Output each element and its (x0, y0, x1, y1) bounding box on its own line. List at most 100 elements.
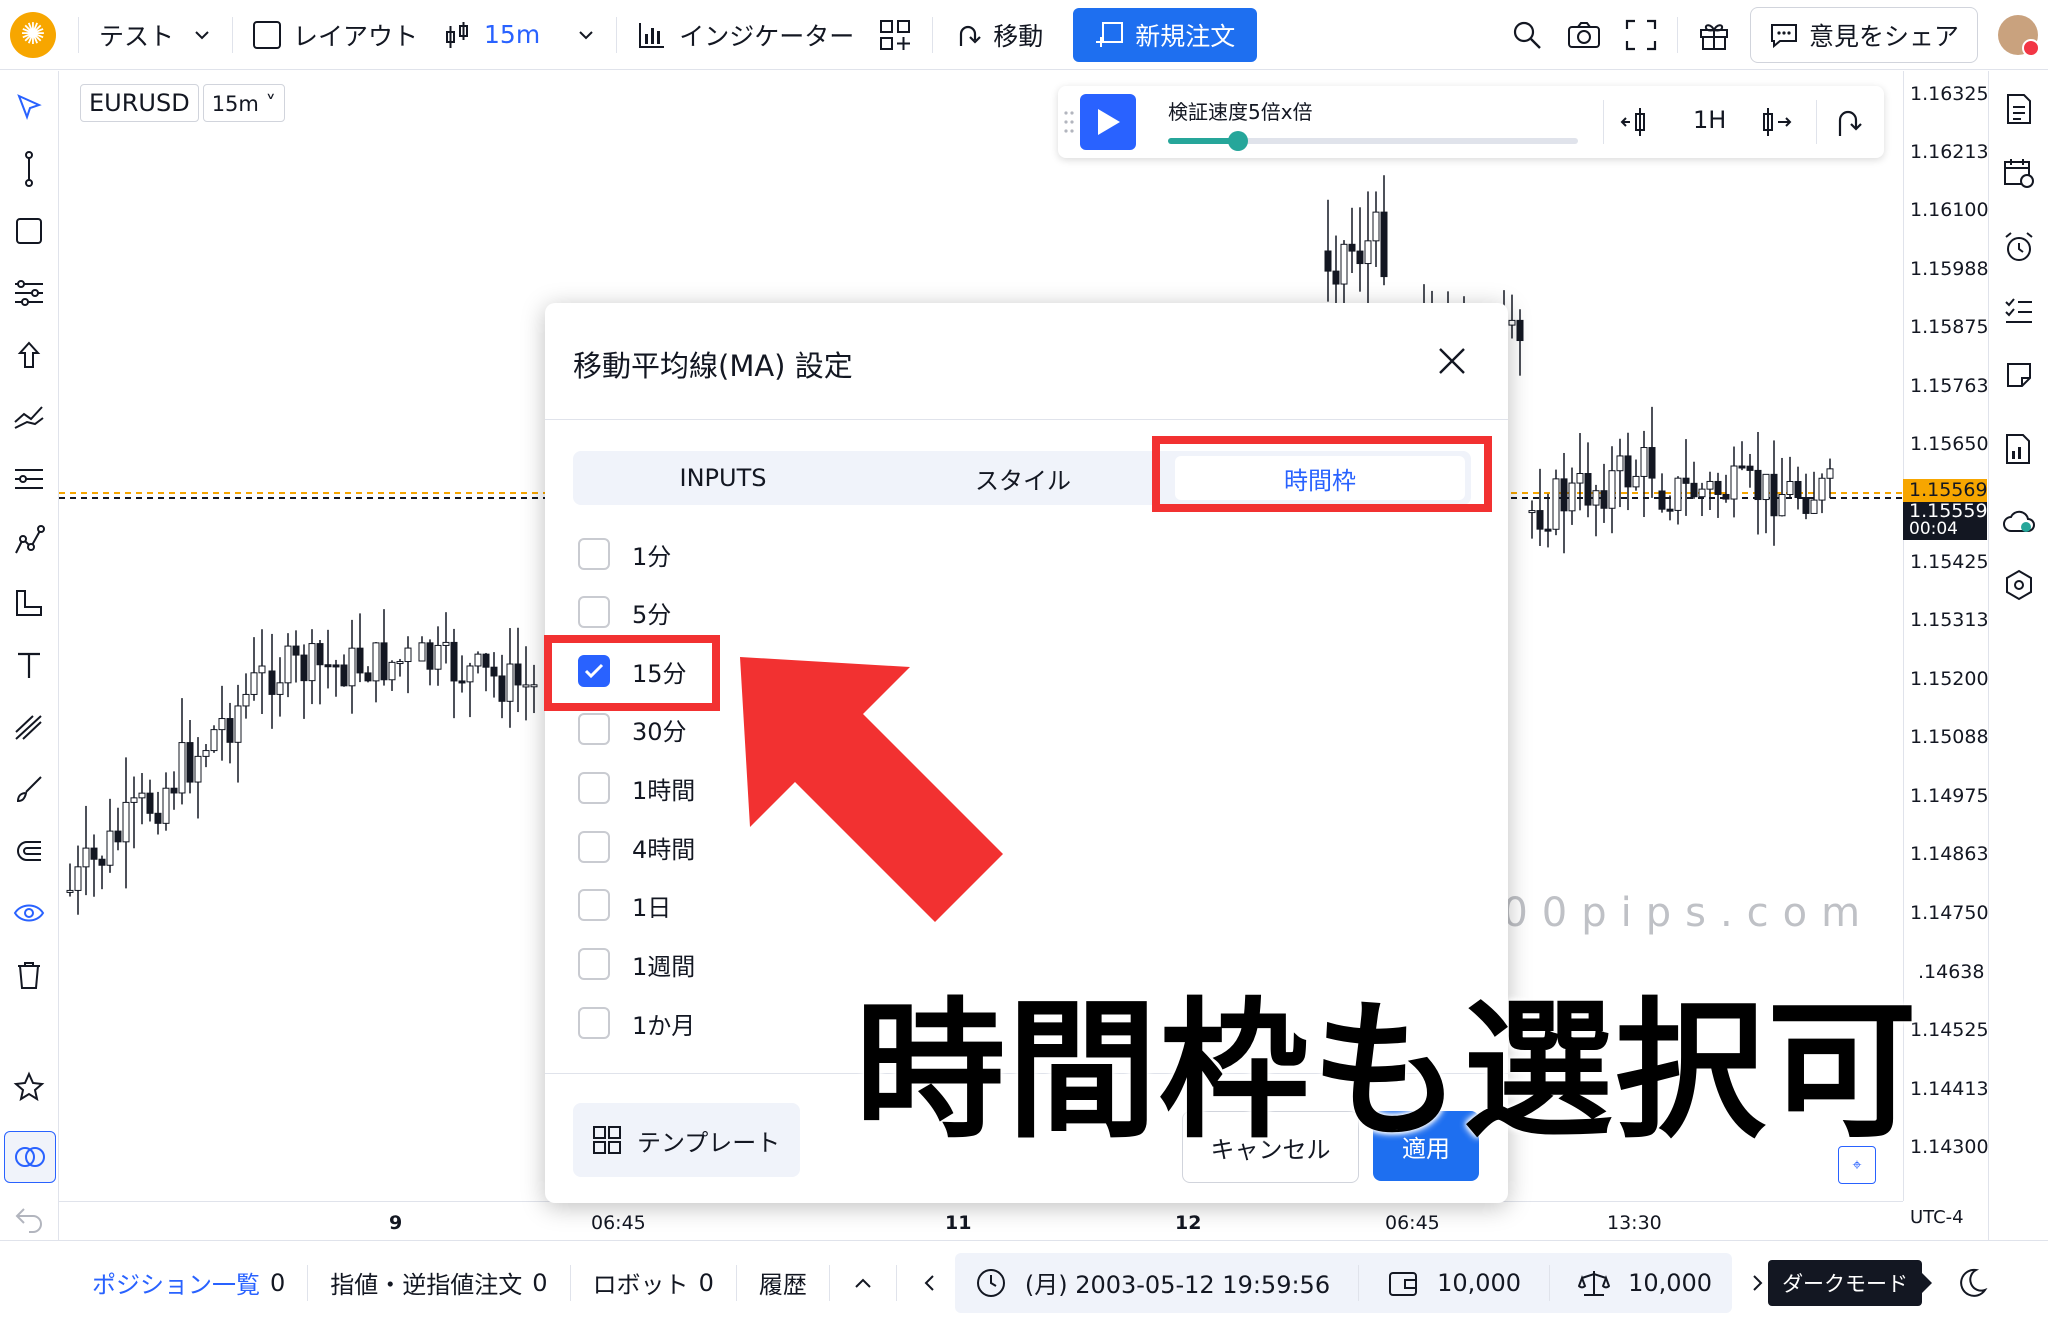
divider (828, 1264, 830, 1301)
visibility-tool[interactable] (11, 895, 47, 931)
arrow-tool[interactable] (11, 337, 47, 373)
checkbox[interactable] (578, 772, 610, 804)
magnet-tool[interactable] (11, 833, 47, 869)
checkbox[interactable] (578, 713, 610, 745)
fullscreen-button[interactable] (1613, 7, 1669, 63)
checkbox[interactable] (578, 948, 610, 980)
candle-body (284, 645, 292, 684)
timeframe-option[interactable]: 4時間 (578, 827, 695, 867)
candle-body (1332, 270, 1340, 285)
candle-body (114, 830, 122, 843)
play-button[interactable] (1080, 94, 1136, 150)
avatar[interactable] (1998, 14, 2040, 57)
step-back-icon (1620, 108, 1645, 136)
collapse-panel-button[interactable] (838, 1272, 888, 1294)
candle-body (1592, 490, 1600, 506)
candle-body (1372, 211, 1380, 242)
alarm-button[interactable] (2001, 229, 2037, 265)
robot-tab[interactable]: ロボット 0 (579, 1265, 728, 1300)
checkbox[interactable] (578, 538, 610, 570)
indicators-button[interactable]: インジケーター (625, 7, 866, 63)
move-button[interactable]: 移動 (941, 7, 1055, 63)
symbol-ticker[interactable]: EURUSD (80, 84, 199, 122)
gann-tool[interactable] (11, 461, 47, 497)
watchlist-button[interactable] (2001, 91, 2037, 127)
orders-tab[interactable]: 指値・逆指値注文 0 (316, 1265, 561, 1300)
wave-tool[interactable] (11, 523, 47, 559)
search-button[interactable] (1499, 7, 1555, 63)
positions-tab[interactable]: ポジション一覧 0 (0, 1265, 299, 1300)
timezone-label[interactable]: UTC-4 (1910, 1207, 1964, 1228)
workspace-menu[interactable]: テスト (87, 7, 224, 63)
linked-circles-icon (15, 1147, 45, 1167)
widgets-button[interactable] (866, 7, 924, 63)
close-icon[interactable] (1436, 345, 1468, 377)
darkmode-button[interactable] (1942, 1267, 2002, 1299)
timeframe-option[interactable]: 1週間 (578, 944, 695, 984)
undo-icon (15, 1208, 42, 1233)
calendar-button[interactable] (2001, 155, 2037, 191)
candle-body (1674, 477, 1682, 511)
timeframe-option[interactable]: 1か月 (578, 1003, 695, 1043)
cursor-tool[interactable] (11, 89, 47, 125)
zigzag-pattern-icon (14, 406, 44, 429)
candle-body (138, 792, 146, 799)
pattern-tool[interactable] (11, 399, 47, 435)
speed-slider-knob[interactable] (1227, 131, 1248, 151)
gift-button[interactable] (1686, 7, 1742, 63)
link-tool[interactable] (4, 1131, 56, 1183)
candle-body (340, 664, 348, 687)
delete-tool[interactable] (11, 957, 47, 993)
help-button[interactable] (2001, 567, 2037, 603)
rectangle-tool[interactable] (11, 213, 47, 249)
candle-body (178, 742, 186, 794)
time-tick-label: 13:30 (1607, 1212, 1662, 1234)
candle-body (372, 642, 380, 682)
step-back-button[interactable] (1618, 104, 1654, 144)
speed-slider[interactable] (1168, 131, 1578, 151)
undo-button[interactable] (11, 1201, 47, 1237)
pitchfork-tool[interactable] (11, 709, 47, 745)
new-order-button[interactable]: 新規注文 (1073, 7, 1258, 62)
template-button[interactable]: テンプレート (573, 1103, 800, 1177)
report-button[interactable] (2001, 431, 2037, 467)
timeframe-option[interactable]: 5分 (578, 592, 671, 632)
divider (1816, 100, 1817, 144)
symbol-interval[interactable]: 15m ˅ (202, 84, 286, 122)
measure-tool[interactable] (11, 585, 47, 621)
feedback-button[interactable]: 意見をシェア (1749, 6, 1978, 63)
replay-timeframe[interactable]: 1H (1693, 106, 1726, 134)
checkbox[interactable] (578, 596, 610, 628)
history-tab[interactable]: 履歴 (745, 1265, 821, 1300)
drag-handle-icon[interactable] (1064, 110, 1074, 134)
tab-inputs[interactable]: INPUTS (573, 451, 873, 505)
checkbox[interactable] (578, 1007, 610, 1039)
fib-tool[interactable] (11, 275, 47, 311)
scroll-left-button[interactable] (905, 1272, 955, 1294)
replay-jump-button[interactable] (1832, 104, 1866, 144)
app-logo-icon[interactable]: ✺ (10, 11, 56, 58)
tab-style[interactable]: スタイル (873, 451, 1173, 505)
timeframe-option[interactable]: 30分 (578, 709, 687, 749)
time-axis[interactable]: 9 06:45 11 12 06:45 13:30 (59, 1201, 1903, 1238)
brush-tool[interactable] (11, 771, 47, 807)
checklist-button[interactable] (2001, 293, 2037, 329)
price-tick-label: 1.15200 (1910, 668, 1989, 690)
feedback-label: 意見をシェア (1808, 21, 1959, 51)
moon-icon (1960, 1268, 1988, 1297)
cloud-button[interactable] (2001, 503, 2037, 539)
notes-button[interactable] (2001, 357, 2037, 393)
text-tool[interactable] (11, 647, 47, 683)
checkbox[interactable] (578, 831, 610, 863)
favorites-tool[interactable] (11, 1069, 47, 1105)
layout-button[interactable]: レイアウト (241, 7, 430, 63)
checkbox[interactable] (578, 889, 610, 921)
timeframe-option[interactable]: 1分 (578, 534, 671, 574)
timeframe-option[interactable]: 1日 (578, 885, 671, 925)
interval-selector[interactable]: 15m (430, 7, 608, 63)
screenshot-button[interactable] (1555, 7, 1613, 63)
step-forward-button[interactable] (1758, 104, 1794, 144)
trend-line-tool[interactable] (11, 151, 47, 187)
candle-body (1624, 455, 1632, 488)
timeframe-option[interactable]: 1時間 (578, 768, 695, 808)
